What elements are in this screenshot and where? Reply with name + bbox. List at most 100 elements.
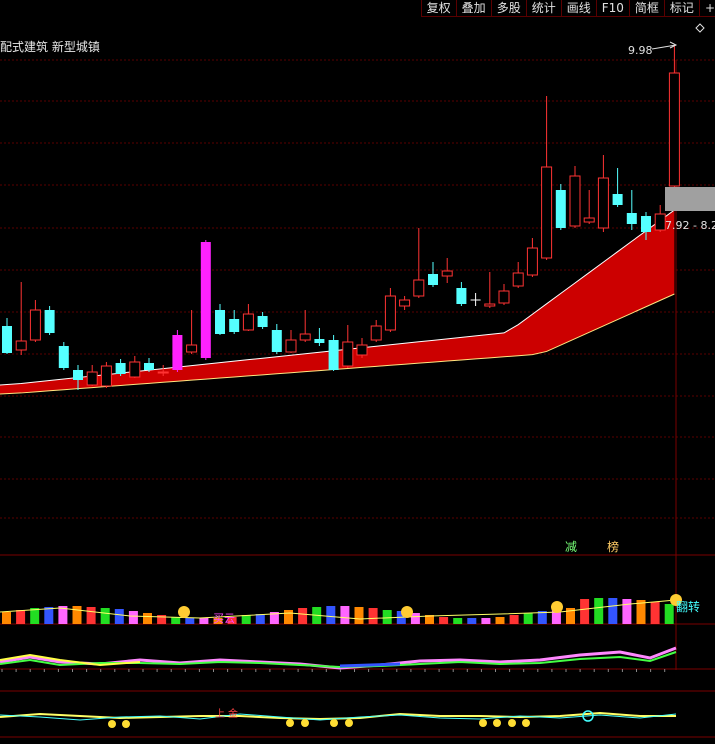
more-button[interactable]: +: [698, 0, 715, 17]
candle-body: [555, 190, 566, 228]
f10-button[interactable]: F10: [595, 0, 629, 17]
volume-bar: [495, 617, 505, 624]
multi-stock-button[interactable]: 多股: [490, 0, 526, 17]
money-bag-icon: [551, 601, 563, 613]
candle-body: [285, 339, 297, 353]
candle-body: [626, 213, 637, 224]
volume-bar: [481, 618, 491, 624]
volume-bar: [100, 608, 110, 624]
statistics-button[interactable]: 统计: [525, 0, 561, 17]
signal-jian: 减: [565, 540, 577, 554]
volume-bar: [2, 612, 11, 624]
candle-body: [2, 326, 12, 353]
volume-bar: [439, 617, 449, 624]
candle-body: [86, 371, 98, 386]
candle-body: [526, 247, 538, 276]
up-label: 上: [215, 708, 225, 720]
volume-bar: [622, 599, 632, 624]
candle-body: [668, 72, 680, 187]
candle-body: [654, 213, 666, 231]
signal-dot: [508, 719, 516, 727]
volume-bar: [453, 618, 463, 624]
volume-bar: [199, 618, 209, 624]
candle-body: [242, 313, 254, 331]
volume-bar: [368, 608, 378, 624]
volume-bar: [255, 614, 265, 624]
candle-body: [215, 310, 225, 334]
signal-dot: [301, 719, 309, 727]
signal-dot: [345, 719, 353, 727]
candle-body: [342, 341, 354, 367]
candle-body: [641, 216, 651, 232]
money-bag-icon: [401, 606, 413, 618]
candle-body: [115, 363, 126, 374]
candle-body: [512, 272, 524, 287]
diamond-icon[interactable]: [695, 23, 705, 33]
draw-line-button[interactable]: 画线: [560, 0, 596, 17]
high-price-label: 9.98: [628, 44, 653, 57]
overlay-button[interactable]: 叠加: [455, 0, 491, 17]
volume-bar: [298, 608, 308, 624]
volume-bar: [128, 611, 138, 624]
signal-dot: [522, 719, 530, 727]
candle-body: [172, 335, 183, 370]
candle-body: [370, 325, 382, 341]
volume-bar: [185, 618, 195, 624]
fuquan-button[interactable]: 复权: [420, 0, 456, 17]
volume-bar: [44, 607, 54, 624]
candle-body: [15, 340, 27, 351]
indicator-panel-kdj: [0, 710, 677, 728]
volume-bar: [326, 606, 336, 624]
signal-dot: [330, 719, 338, 727]
simple-frame-button[interactable]: 简框: [628, 0, 664, 17]
candle-body: [200, 242, 211, 358]
volume-bar: [30, 608, 40, 624]
signal-dot: [286, 719, 294, 727]
candle-body: [100, 365, 112, 387]
stock-chart-canvas[interactable]: 7.92 - 8.2 9.98 减 榜 买云 翻转 上 金: [0, 0, 715, 744]
signal-dot: [493, 719, 501, 727]
money-bag-icon: [178, 606, 190, 618]
volume-bar: [143, 613, 152, 624]
volume-bar: [284, 610, 293, 624]
candle-body: [583, 217, 595, 223]
volume-bar: [523, 613, 533, 624]
macd-line-4: [339, 662, 401, 668]
candle-body: [299, 333, 311, 341]
candle-body: [186, 344, 198, 353]
volume-bar: [72, 606, 82, 624]
signal-bang: 榜: [607, 539, 619, 554]
candle-body: [428, 274, 438, 285]
price-grid: [0, 59, 715, 738]
signal-dot: [479, 719, 487, 727]
volume-bar: [354, 607, 364, 624]
volume-bar: [608, 598, 618, 624]
indicator-panel-macd: [0, 646, 677, 672]
candle-body: [498, 290, 510, 304]
volume-bar: [340, 606, 350, 624]
signal-dot: [122, 720, 130, 728]
volume-bar: [650, 602, 660, 624]
candle-body: [597, 177, 609, 229]
candle-body: [541, 166, 553, 259]
candlestick-series: [2, 45, 680, 390]
volume-bar: [382, 610, 392, 624]
candle-body: [129, 361, 141, 378]
turn-label: 翻转: [676, 599, 700, 614]
volume-bar: [86, 607, 96, 624]
range-label: 7.92 - 8.2: [665, 219, 715, 232]
candle-body: [384, 295, 396, 331]
candle-body: [229, 319, 240, 332]
candle-body: [314, 339, 325, 343]
candle-body: [29, 309, 41, 341]
price-range-box: [665, 187, 715, 211]
candle-body: [271, 330, 282, 352]
mark-button[interactable]: 标记: [663, 0, 699, 17]
candle-body: [413, 279, 425, 297]
volume-bar: [664, 604, 674, 624]
gold-label: 金: [228, 707, 238, 720]
candle-body: [73, 370, 83, 380]
volume-bar: [114, 609, 124, 624]
volume-bar: [467, 618, 477, 624]
top-toolbar: 复权 叠加 多股 统计 画线 F10 简框 标记 +: [420, 0, 715, 17]
